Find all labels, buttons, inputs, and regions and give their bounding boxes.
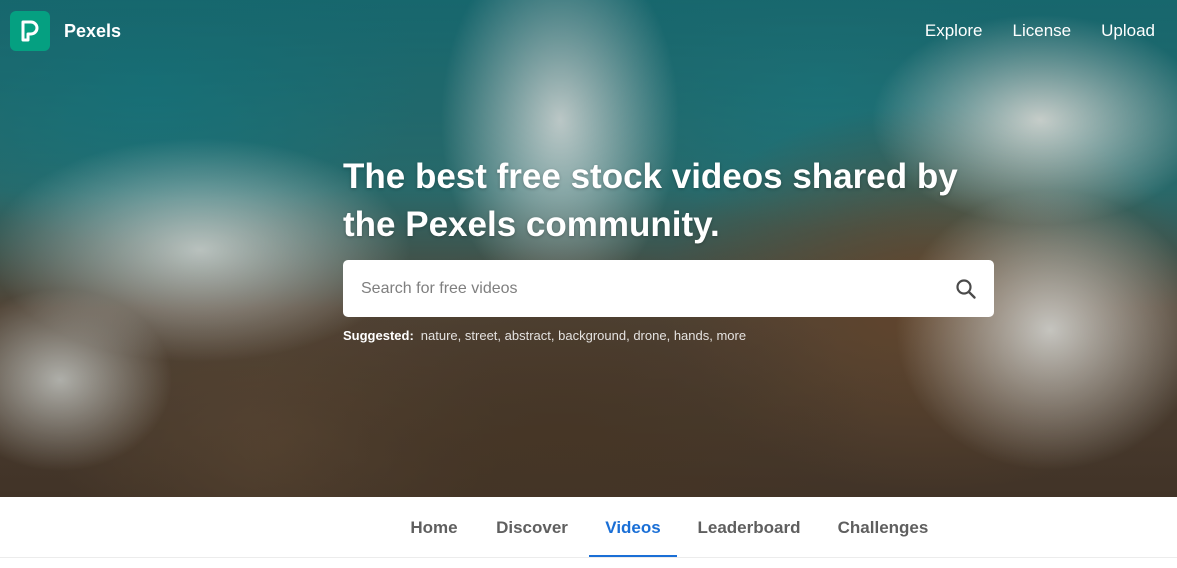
tab-challenges[interactable]: Challenges: [826, 497, 940, 558]
tab-leaderboard[interactable]: Leaderboard: [688, 497, 810, 558]
suggested-searches: Suggested: nature, street, abstract, bac…: [343, 328, 746, 343]
suggested-tag-street[interactable]: street: [465, 328, 498, 343]
top-navbar: Pexels Explore License Upload: [0, 0, 1177, 62]
hero-headline: The best free stock videos shared by the…: [343, 157, 958, 244]
suggested-tags: nature, street, abstract, background, dr…: [420, 328, 747, 343]
suggested-tag-abstract[interactable]: abstract: [505, 328, 551, 343]
suggested-tag-background[interactable]: background: [558, 328, 626, 343]
tab-discover[interactable]: Discover: [487, 497, 577, 558]
pexels-logo-icon[interactable]: [10, 11, 50, 51]
suggested-label: Suggested:: [343, 328, 414, 343]
search-input[interactable]: [343, 260, 938, 317]
suggested-tag-nature[interactable]: nature: [421, 328, 458, 343]
tab-discover-label: Discover: [496, 517, 568, 537]
suggested-tag-hands[interactable]: hands: [674, 328, 709, 343]
brand-name[interactable]: Pexels: [64, 21, 121, 42]
search-bar: [343, 260, 994, 317]
hero-background: Pexels Explore License Upload The best f…: [0, 0, 1177, 497]
tab-leaderboard-label: Leaderboard: [697, 517, 801, 537]
top-nav-links: Explore License Upload: [925, 21, 1155, 41]
tab-challenges-label: Challenges: [837, 517, 929, 537]
suggested-tag-drone[interactable]: drone: [633, 328, 666, 343]
tab-home-label: Home: [410, 517, 458, 537]
nav-license[interactable]: License: [1013, 21, 1072, 41]
search-icon: [956, 278, 976, 299]
search-button[interactable]: [938, 260, 994, 317]
section-tabs: Home Discover Videos Leaderboard Challen…: [0, 497, 1177, 568]
tabs-divider: [0, 557, 1177, 558]
nav-upload[interactable]: Upload: [1101, 21, 1155, 41]
tab-home[interactable]: Home: [396, 497, 472, 558]
tab-videos[interactable]: Videos: [589, 497, 677, 558]
tab-videos-label: Videos: [605, 517, 661, 537]
nav-explore[interactable]: Explore: [925, 21, 983, 41]
suggested-more-link[interactable]: more: [716, 328, 746, 343]
